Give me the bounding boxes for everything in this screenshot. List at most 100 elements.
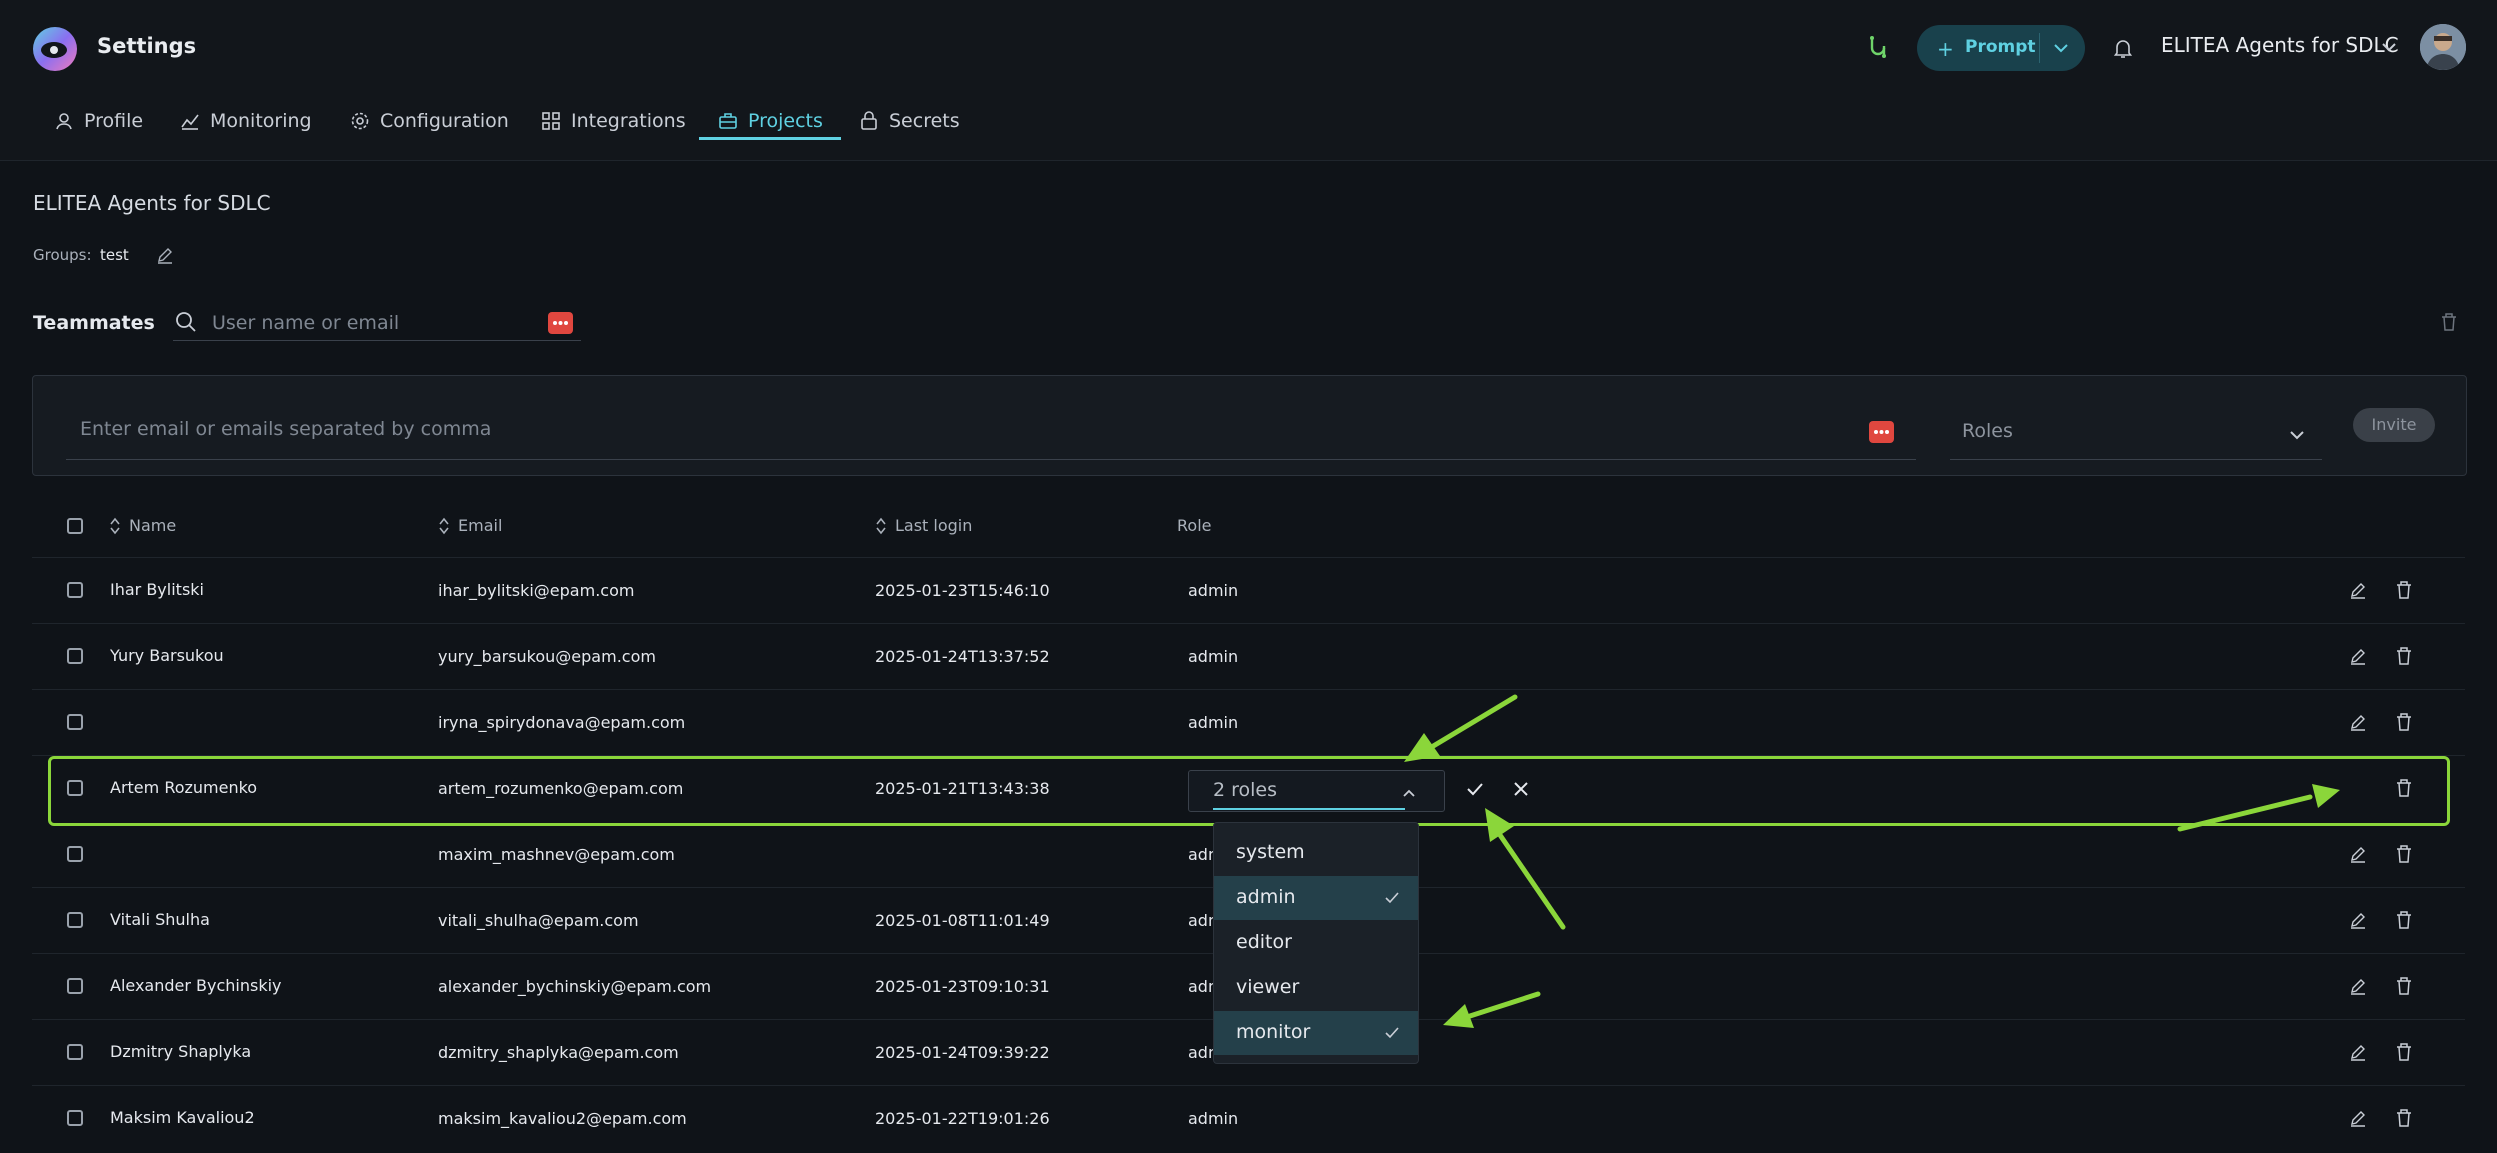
- cell-email: yury_barsukou@epam.com: [438, 647, 656, 666]
- cell-name: Ihar Bylitski: [110, 580, 204, 599]
- option-label: monitor: [1236, 1021, 1311, 1043]
- app-title: Settings: [97, 34, 197, 58]
- select-all-checkbox[interactable]: [67, 518, 83, 534]
- row-checkbox[interactable]: [67, 582, 83, 598]
- avatar[interactable]: [2420, 24, 2466, 70]
- chevron-down-icon[interactable]: [2052, 39, 2070, 57]
- monitoring-icon: [180, 111, 200, 131]
- header-label: Role: [1177, 516, 1212, 535]
- tab-label: Projects: [748, 110, 823, 132]
- trash-icon[interactable]: [2395, 712, 2413, 732]
- row-checkbox[interactable]: [67, 1110, 83, 1126]
- role-option-editor[interactable]: editor: [1214, 921, 1418, 965]
- edit-icon[interactable]: [2349, 1109, 2367, 1127]
- row-checkbox[interactable]: [67, 978, 83, 994]
- edit-icon[interactable]: [2349, 647, 2367, 665]
- agent-status-icon[interactable]: [1865, 34, 1891, 60]
- edit-icon[interactable]: [2349, 581, 2367, 599]
- prompt-button-label: Prompt: [1965, 37, 2036, 57]
- password-manager-icon[interactable]: [548, 312, 573, 334]
- cell-email: alexander_bychinskiy@epam.com: [438, 977, 712, 996]
- tab-projects[interactable]: Projects: [718, 104, 823, 138]
- edit-icon[interactable]: [2349, 1043, 2367, 1061]
- cell-name: Alexander Bychinskiy: [110, 976, 282, 995]
- button-divider: [2039, 33, 2040, 63]
- chevron-down-icon[interactable]: [2288, 426, 2306, 444]
- header-label: Name: [129, 516, 177, 535]
- trash-icon[interactable]: [2395, 910, 2413, 930]
- tab-label: Configuration: [380, 110, 509, 132]
- tab-label: Integrations: [571, 110, 686, 132]
- cell-email: iryna_spirydonava@epam.com: [438, 713, 686, 732]
- row-checkbox[interactable]: [67, 648, 83, 664]
- cell-role: admin: [1188, 713, 1239, 732]
- grid-icon: [541, 111, 561, 131]
- gear-icon: [350, 111, 370, 131]
- cell-last-login: 2025-01-23T09:10:31: [875, 977, 1050, 996]
- row-checkbox[interactable]: [67, 1044, 83, 1060]
- option-label: system: [1236, 841, 1305, 863]
- trash-icon[interactable]: [2395, 646, 2413, 666]
- header-label: Last login: [895, 516, 973, 535]
- check-icon: [1384, 1025, 1400, 1041]
- tab-label: Monitoring: [210, 110, 312, 132]
- edit-icon[interactable]: [2349, 713, 2367, 731]
- tab-label: Profile: [84, 110, 144, 132]
- edit-icon[interactable]: [2349, 911, 2367, 929]
- password-manager-icon[interactable]: [1869, 421, 1894, 443]
- edit-icon[interactable]: [2349, 845, 2367, 863]
- trash-icon[interactable]: [2395, 976, 2413, 996]
- role-option-viewer[interactable]: viewer: [1214, 966, 1418, 1010]
- highlight-box: [48, 756, 2450, 826]
- edit-icon[interactable]: [2349, 977, 2367, 995]
- header-label: Email: [458, 516, 503, 535]
- row-checkbox[interactable]: [67, 846, 83, 862]
- tab-secrets[interactable]: Secrets: [859, 104, 960, 138]
- delete-selected-icon[interactable]: [2440, 312, 2458, 332]
- groups-label: Groups:: [33, 246, 92, 264]
- search-input[interactable]: [210, 306, 544, 340]
- create-prompt-button[interactable]: + Prompt: [1917, 25, 2085, 71]
- row-checkbox[interactable]: [67, 714, 83, 730]
- cell-email: maksim_kavaliou2@epam.com: [438, 1109, 687, 1128]
- invite-button[interactable]: Invite: [2353, 408, 2435, 442]
- tab-configuration[interactable]: Configuration: [350, 104, 509, 138]
- column-header-name[interactable]: Name: [109, 516, 176, 535]
- trash-icon[interactable]: [2395, 844, 2413, 864]
- project-selector[interactable]: ELITEA Agents for SDLC: [2161, 33, 2399, 57]
- tab-profile[interactable]: Profile: [54, 104, 143, 138]
- invite-roles-select[interactable]: Roles: [1962, 420, 2013, 442]
- role-option-system[interactable]: system: [1214, 831, 1418, 875]
- tab-integrations[interactable]: Integrations: [541, 104, 686, 138]
- cell-name: Dzmitry Shaplyka: [110, 1042, 252, 1061]
- cell-last-login: 2025-01-22T19:01:26: [875, 1109, 1050, 1128]
- row-checkbox[interactable]: [67, 912, 83, 928]
- role-option-admin[interactable]: admin: [1214, 876, 1418, 920]
- check-icon: [1384, 890, 1400, 906]
- role-option-monitor[interactable]: monitor: [1214, 1011, 1418, 1055]
- column-header-role: Role: [1177, 516, 1211, 535]
- bell-icon[interactable]: [2112, 37, 2134, 59]
- trash-icon[interactable]: [2395, 1042, 2413, 1062]
- app-logo-icon[interactable]: [32, 26, 78, 72]
- column-header-last-login[interactable]: Last login: [875, 516, 972, 535]
- column-header-email[interactable]: Email: [438, 516, 502, 535]
- row-divider: [32, 689, 2465, 690]
- invite-email-input[interactable]: [78, 413, 1842, 445]
- trash-icon[interactable]: [2395, 1108, 2413, 1128]
- arrow-to-monitor-option: [1443, 991, 1541, 1028]
- active-tab-indicator: [699, 137, 841, 140]
- chevron-down-icon[interactable]: [2380, 38, 2398, 56]
- trash-icon[interactable]: [2395, 580, 2413, 600]
- cell-name: Yury Barsukou: [110, 646, 224, 665]
- project-title: ELITEA Agents for SDLC: [33, 191, 271, 215]
- option-label: editor: [1236, 931, 1292, 953]
- sort-icon: [109, 517, 121, 535]
- search-underline: [173, 340, 581, 341]
- teammates-heading: Teammates: [33, 312, 155, 334]
- plus-icon: +: [1937, 37, 1954, 61]
- lock-icon: [859, 111, 879, 131]
- tab-monitoring[interactable]: Monitoring: [180, 104, 312, 138]
- sort-icon: [875, 517, 887, 535]
- edit-groups-icon[interactable]: [156, 246, 174, 264]
